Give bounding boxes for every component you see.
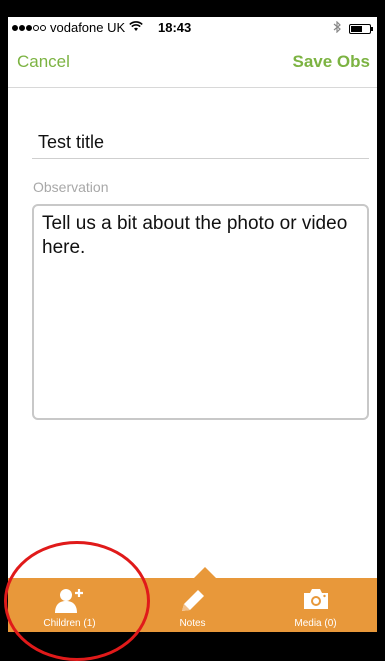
observation-textarea[interactable]: Tell us a bit about the photo or video h… — [32, 204, 369, 420]
add-person-icon — [54, 589, 83, 613]
app-screen: vodafone UK 18:43 Cancel Save Obs Test t… — [8, 17, 377, 632]
cancel-button[interactable]: Cancel — [17, 52, 70, 72]
phone-frame: vodafone UK 18:43 Cancel Save Obs Test t… — [0, 0, 385, 661]
tab-media[interactable]: Media (0) — [254, 578, 377, 632]
carrier-name: vodafone UK — [50, 20, 126, 35]
bluetooth-icon — [333, 20, 341, 36]
status-bar: vodafone UK 18:43 — [8, 17, 377, 37]
camera-icon — [303, 589, 328, 609]
tab-notes-label: Notes — [179, 618, 206, 629]
status-left: vodafone UK — [12, 20, 143, 35]
signal-strength-icon — [12, 24, 46, 31]
tab-bar: Children (1) Notes Media (0) — [8, 578, 377, 632]
tab-children[interactable]: Children (1) — [8, 578, 131, 632]
wifi-icon — [129, 20, 143, 35]
tab-media-label: Media (0) — [294, 618, 337, 629]
save-obs-button[interactable]: Save Obs — [293, 52, 371, 72]
selected-tab-indicator — [194, 567, 216, 578]
navigation-bar: Cancel Save Obs — [8, 37, 377, 88]
battery-icon — [349, 23, 373, 34]
tab-notes[interactable]: Notes — [131, 578, 254, 632]
pencil-icon — [181, 590, 204, 611]
clock-time: 18:43 — [158, 20, 192, 35]
status-right — [333, 20, 373, 36]
observation-label: Observation — [33, 179, 109, 195]
tab-children-label: Children (1) — [43, 618, 96, 629]
battery-level — [351, 25, 362, 32]
title-input[interactable]: Test title — [32, 127, 369, 159]
